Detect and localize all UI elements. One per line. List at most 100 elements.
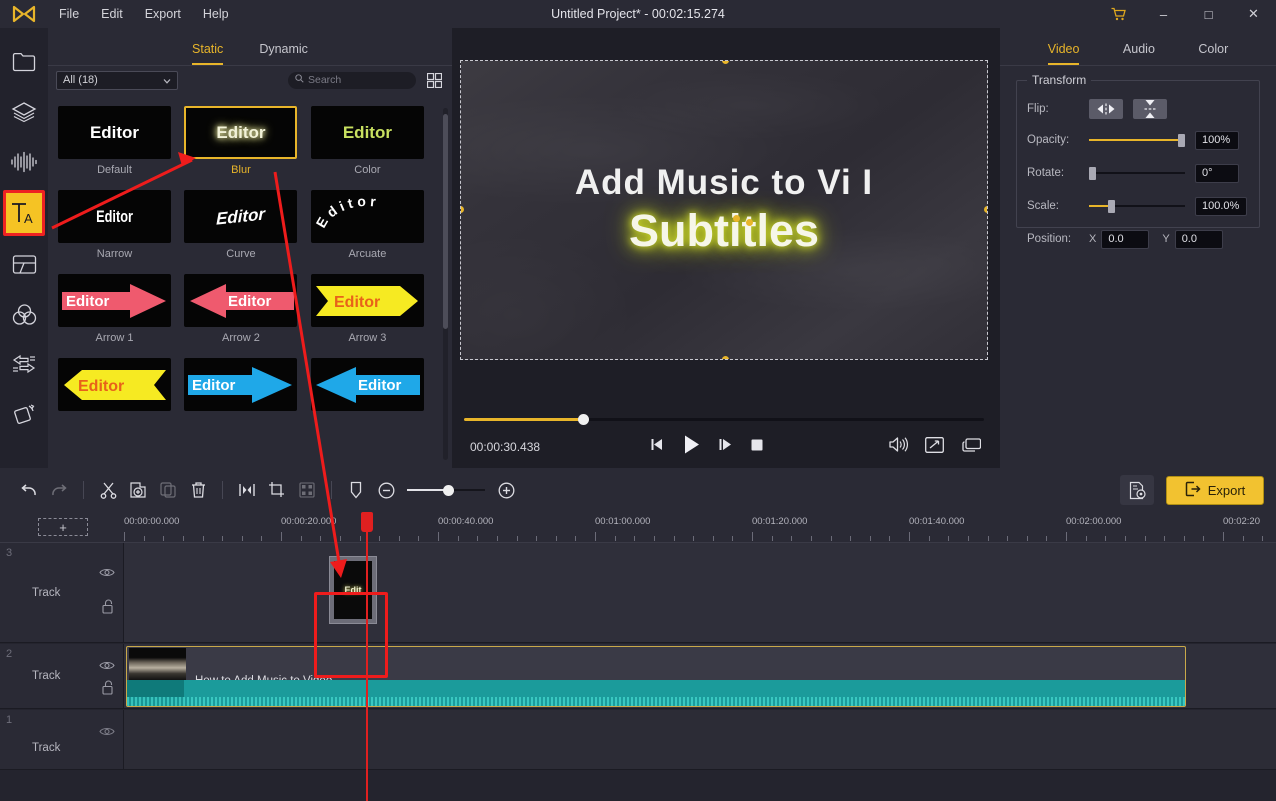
eye-icon[interactable] [99, 724, 115, 742]
slider-handle[interactable] [1089, 167, 1096, 180]
preview-monitor[interactable]: Add Music to Vi I Subtitles [460, 60, 988, 360]
template-item[interactable]: Editor Arrow 2 [184, 274, 298, 344]
zoom-out-button[interactable] [371, 475, 401, 505]
play-icon[interactable] [682, 434, 701, 455]
tab-dynamic[interactable]: Dynamic [259, 42, 308, 65]
template-item[interactable]: Editor Color [310, 106, 424, 176]
folder-icon [12, 52, 36, 72]
video-clip[interactable]: How to Add Music to Video [126, 646, 1186, 707]
template-item[interactable]: Editor Narrow [58, 190, 171, 260]
sidebar-item-text[interactable]: A [3, 190, 45, 236]
eye-icon[interactable] [99, 565, 115, 583]
sidebar-item-media[interactable] [4, 40, 44, 84]
template-item[interactable]: Editor Default [58, 106, 171, 176]
zoom-slider-handle[interactable] [443, 485, 454, 496]
mosaic-button[interactable] [292, 475, 322, 505]
add-clip-button[interactable] [123, 475, 153, 505]
prev-frame-icon[interactable] [650, 437, 665, 452]
sidebar-item-filters[interactable] [4, 292, 44, 336]
undo-button[interactable] [14, 475, 44, 505]
grid-view-icon[interactable] [424, 71, 444, 89]
text-anchor-handle-1[interactable] [733, 215, 740, 222]
flip-vertical-icon[interactable] [1133, 99, 1167, 119]
stop-icon[interactable] [750, 438, 764, 452]
slider-handle[interactable] [1178, 134, 1185, 147]
search-input[interactable]: Search [288, 71, 416, 89]
close-button[interactable]: ✕ [1231, 0, 1276, 28]
text-anchor-handle-2[interactable] [746, 219, 753, 226]
menu-export[interactable]: Export [134, 3, 192, 25]
volume-icon[interactable] [888, 436, 908, 453]
track-body[interactable]: How to Add Music to Video [124, 644, 1276, 708]
marker-button[interactable] [341, 475, 371, 505]
export-button[interactable]: Export [1166, 475, 1264, 505]
scrubber-handle[interactable] [578, 414, 589, 425]
redo-button[interactable] [44, 475, 74, 505]
export-button-label: Export [1207, 482, 1246, 498]
timeline-zoom-slider[interactable] [407, 483, 485, 497]
scale-value[interactable]: 100.0% [1195, 196, 1247, 216]
template-item-blur[interactable]: Editor Blur [184, 106, 298, 176]
menu-file[interactable]: File [48, 3, 90, 25]
next-frame-icon[interactable] [718, 437, 733, 452]
template-item[interactable]: Editor Arrow 1 [58, 274, 171, 344]
sidebar-item-stickers[interactable] [4, 90, 44, 134]
split-button[interactable] [232, 475, 262, 505]
pip-icon[interactable] [961, 437, 981, 453]
opacity-value[interactable]: 100% [1195, 130, 1239, 150]
menu-help[interactable]: Help [192, 3, 240, 25]
slider-handle[interactable] [1108, 200, 1115, 213]
maximize-button[interactable]: □ [1186, 0, 1231, 28]
sidebar-item-audio[interactable] [4, 140, 44, 184]
tab-static[interactable]: Static [192, 42, 224, 65]
library-scrollbar[interactable] [443, 108, 448, 460]
delete-button[interactable] [183, 475, 213, 505]
track-body[interactable]: Edit [124, 543, 1276, 642]
menu-edit[interactable]: Edit [90, 3, 134, 25]
template-item[interactable]: Editor [184, 358, 298, 416]
unlock-icon[interactable] [102, 599, 115, 619]
cart-icon[interactable] [1096, 0, 1141, 28]
ruler-tick [320, 536, 322, 541]
sidebar-item-effects[interactable] [4, 392, 44, 436]
template-item[interactable]: Editor Curve [184, 190, 298, 260]
text-clip[interactable]: Edit [329, 556, 377, 624]
unlock-icon[interactable] [102, 680, 115, 700]
tab-video[interactable]: Video [1047, 42, 1080, 65]
template-item[interactable]: Editor [310, 358, 424, 416]
rotate-value[interactable]: 0° [1195, 163, 1239, 183]
eye-icon[interactable] [99, 658, 115, 676]
scale-slider[interactable] [1089, 199, 1185, 213]
add-track-button[interactable]: + [38, 518, 88, 536]
template-item[interactable]: E d i t o r Arcuate [310, 190, 424, 260]
sidebar-item-transitions[interactable] [4, 342, 44, 386]
flip-horizontal-icon[interactable] [1089, 99, 1123, 119]
timeline-ruler[interactable]: 00:00:00.000 00:00:20.000 00:00:40.000 0… [124, 512, 1276, 542]
opacity-slider[interactable] [1089, 133, 1185, 147]
zoom-in-button[interactable] [491, 475, 521, 505]
library-scrollbar-thumb[interactable] [443, 114, 448, 329]
minimize-button[interactable]: – [1141, 0, 1186, 28]
playhead-handle[interactable] [361, 512, 373, 532]
position-y-field[interactable]: 0.0 [1174, 229, 1223, 249]
category-filter-select[interactable]: All (18) [56, 70, 178, 90]
rotate-slider[interactable] [1089, 166, 1185, 180]
preview-panel: Add Music to Vi I Subtitles [452, 28, 1000, 468]
overlay-text-line1[interactable]: Add Music to Vi I [575, 163, 873, 203]
preview-scrubber[interactable] [464, 412, 984, 428]
cut-button[interactable] [93, 475, 123, 505]
resize-handle-right[interactable] [984, 206, 987, 213]
template-item[interactable]: Editor [58, 358, 171, 416]
project-settings-icon[interactable] [1120, 475, 1154, 505]
position-x-field[interactable]: 0.0 [1101, 229, 1150, 249]
fullscreen-icon[interactable] [925, 436, 944, 453]
copy-button[interactable] [153, 475, 183, 505]
tab-audio[interactable]: Audio [1123, 42, 1155, 65]
tab-color[interactable]: Color [1198, 42, 1228, 65]
sidebar-item-split-screen[interactable] [4, 242, 44, 286]
track-body[interactable] [124, 710, 1276, 769]
template-item[interactable]: Editor Arrow 3 [310, 274, 424, 344]
overlay-text-line2[interactable]: Subtitles [629, 205, 819, 257]
resize-handle-bottom[interactable] [722, 356, 729, 359]
crop-button[interactable] [262, 475, 292, 505]
